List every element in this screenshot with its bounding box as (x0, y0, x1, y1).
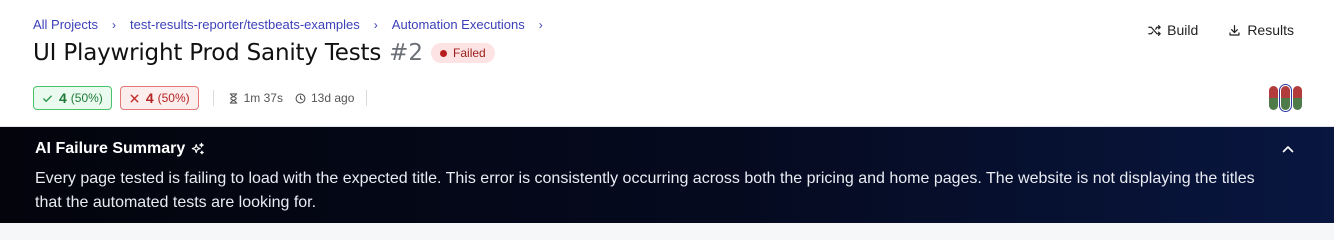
sparkle-icon (192, 142, 205, 155)
duration-value: 1m 37s (243, 91, 283, 105)
shuffle-icon (1148, 24, 1161, 36)
status-label: Failed (453, 46, 486, 60)
stats-row: 4 (50%) 4 (50%) 1m 37s 13d ago (33, 86, 381, 110)
page-title: UI Playwright Prod Sanity Tests (33, 40, 382, 66)
run-history-bar[interactable] (1269, 86, 1278, 110)
ai-summary-title: AI Failure Summary (35, 140, 186, 157)
ai-failure-summary: AI Failure Summary Every page tested is … (0, 127, 1334, 223)
run-history-bar-passed (1281, 98, 1290, 110)
divider (212, 90, 214, 106)
breadcrumb-automation-executions[interactable]: Automation Executions (392, 17, 525, 32)
results-label: Results (1247, 22, 1294, 38)
run-number: #2 (389, 40, 424, 66)
ai-summary-text: Every page tested is failing to load wit… (35, 170, 1255, 211)
build-button[interactable]: Build (1148, 22, 1198, 38)
run-history-bar-failed (1269, 86, 1278, 98)
status-dot-icon (440, 49, 448, 57)
chevron-up-icon[interactable] (1280, 141, 1296, 157)
ai-summary-header: AI Failure Summary (35, 140, 205, 158)
hourglass-icon (229, 92, 237, 104)
build-label: Build (1167, 22, 1199, 38)
run-history-bar-failed (1293, 86, 1302, 98)
clock-icon (295, 93, 306, 103)
download-icon (1229, 24, 1240, 36)
breadcrumb-project[interactable]: test-results-reporter/testbeats-examples (130, 17, 360, 32)
run-history-bar[interactable] (1279, 84, 1292, 112)
chevron-right-icon: › (538, 17, 543, 32)
run-history-bar-passed (1293, 98, 1302, 110)
run-history-bar[interactable] (1293, 86, 1302, 110)
divider (366, 90, 368, 106)
failed-percentage: (50%) (157, 91, 190, 105)
chevron-right-icon: › (373, 17, 378, 32)
breadcrumb-all-projects[interactable]: All Projects (33, 17, 98, 32)
run-history-bar-failed (1281, 86, 1290, 98)
failed-count: 4 (145, 90, 154, 106)
header-actions: Build Results (1148, 22, 1294, 38)
results-button[interactable]: Results (1228, 22, 1294, 38)
breadcrumb: All Projects › test-results-reporter/tes… (33, 17, 557, 32)
duration-meta: 1m 37s (228, 91, 283, 105)
status-badge: Failed (431, 43, 495, 63)
run-header: All Projects › test-results-reporter/tes… (0, 0, 1334, 127)
passed-percentage: (50%) (70, 91, 103, 105)
chevron-right-icon: › (112, 17, 117, 32)
check-icon (43, 94, 52, 102)
passed-filter[interactable]: 4 (50%) (33, 86, 112, 110)
title-row: UI Playwright Prod Sanity Tests #2 Faile… (33, 40, 495, 66)
run-history-bar-passed (1269, 98, 1278, 110)
failed-filter[interactable]: 4 (50%) (119, 86, 199, 110)
run-history-bars (1269, 84, 1302, 112)
age-meta: 13d ago (295, 91, 354, 105)
age-value: 13d ago (310, 91, 355, 105)
passed-count: 4 (59, 90, 67, 106)
x-icon (130, 94, 139, 102)
